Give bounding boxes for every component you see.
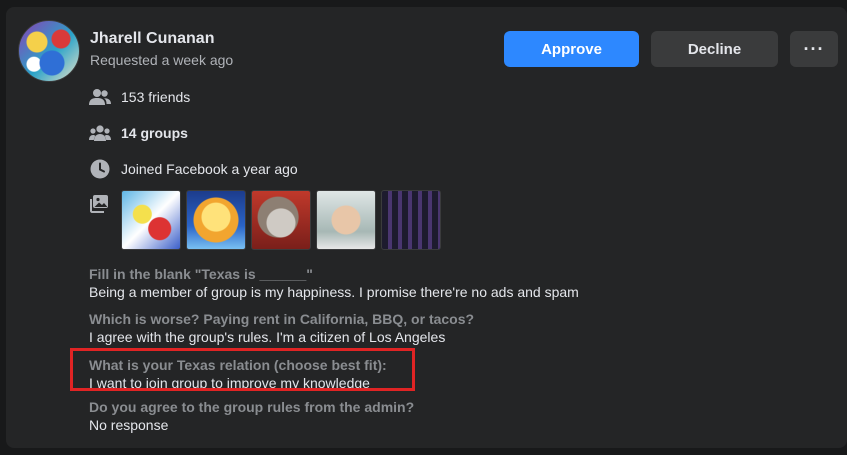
friends-count: 153 friends: [121, 89, 191, 105]
joined-text: Joined Facebook a year ago: [121, 161, 298, 177]
photos-icon: [89, 194, 111, 216]
answer-text: Being a member of group is my happiness.…: [89, 284, 579, 300]
photo-thumbnail[interactable]: [251, 190, 311, 250]
groups-row: 14 groups: [89, 121, 188, 145]
friends-icon: [89, 86, 111, 108]
photo-thumbnail[interactable]: [381, 190, 441, 250]
answer-text: I want to join group to improve my knowl…: [89, 375, 370, 391]
decline-button[interactable]: Decline: [651, 31, 778, 67]
member-name[interactable]: Jharell Cunanan: [90, 30, 214, 48]
membership-answer: Fill in the blank "Texas is ______" Bein…: [89, 265, 579, 301]
membership-answer: Do you agree to the group rules from the…: [89, 398, 414, 434]
question-text: What is your Texas relation (choose best…: [89, 357, 387, 373]
question-text: Which is worse? Paying rent in Californi…: [89, 311, 475, 327]
avatar[interactable]: [18, 20, 80, 82]
clock-icon: [89, 158, 111, 180]
question-text: Fill in the blank "Texas is ______": [89, 266, 313, 282]
answer-text: I agree with the group's rules. I'm a ci…: [89, 329, 446, 345]
request-time: Requested a week ago: [90, 52, 234, 68]
photo-thumbnail[interactable]: [316, 190, 376, 250]
photo-thumbnail[interactable]: [121, 190, 181, 250]
answer-text: No response: [89, 417, 169, 433]
approve-button[interactable]: Approve: [504, 31, 639, 67]
joined-row: Joined Facebook a year ago: [89, 157, 298, 181]
question-text: Do you agree to the group rules from the…: [89, 399, 415, 415]
more-icon: ···: [803, 38, 825, 59]
more-options-button[interactable]: ···: [790, 31, 838, 67]
photo-thumbnail[interactable]: [186, 190, 246, 250]
membership-answer: What is your Texas relation (choose best…: [89, 356, 387, 392]
groups-icon: [89, 122, 111, 144]
friends-row: 153 friends: [89, 85, 190, 109]
membership-answer: Which is worse? Paying rent in Californi…: [89, 310, 474, 346]
recent-photos: [89, 190, 446, 250]
member-request-card: Jharell Cunanan Requested a week ago App…: [6, 7, 847, 448]
groups-count[interactable]: 14 groups: [121, 125, 188, 141]
